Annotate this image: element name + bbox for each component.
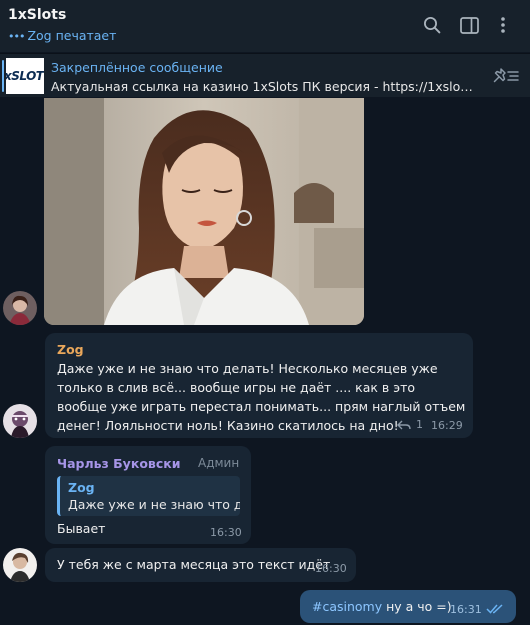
chat-header: 1xSlots ••• Zog печатает: [0, 0, 530, 52]
photo-woman-illustration: [44, 98, 364, 325]
message-time: 16:30: [210, 526, 242, 539]
pinned-text: Актуальная ссылка на казино 1xSlots ПК в…: [51, 79, 476, 94]
message-bubble-zog[interactable]: Zog Даже уже и не знаю что делать! Неско…: [45, 333, 473, 438]
reply-quote[interactable]: Zog Даже уже и не знаю что д...: [57, 476, 240, 516]
reply-counter[interactable]: 1: [397, 418, 423, 431]
pinned-list-icon[interactable]: [492, 65, 520, 87]
typing-dots-icon: •••: [8, 30, 25, 43]
admin-badge: Админ: [198, 456, 240, 470]
avatar[interactable]: [3, 404, 37, 438]
message-text: Бывает: [57, 521, 106, 536]
chat-title[interactable]: 1xSlots: [8, 7, 66, 23]
reply-quote-text: Даже уже и не знаю что д...: [68, 497, 240, 512]
message-author[interactable]: Чарльз Буковски: [57, 456, 180, 471]
pinned-message-bar[interactable]: xSLOT Закреплённое сообщение Актуальная …: [0, 53, 530, 97]
message-time: 16:30: [315, 562, 347, 575]
message-author[interactable]: Zog: [57, 342, 84, 357]
more-icon[interactable]: [492, 14, 514, 36]
message-text: #casinomy ну а чо =): [312, 597, 452, 616]
message-bubble-outgoing[interactable]: #casinomy ну а чо =) 16:31: [300, 590, 516, 623]
message-text-body: ну а чо =): [382, 599, 452, 614]
reply-quote-author: Zog: [68, 480, 95, 495]
message-bubble-text[interactable]: У тебя же с марта месяца это текст идёт …: [45, 548, 356, 582]
pinned-title: Закреплённое сообщение: [51, 60, 223, 75]
pinned-thumbnail-logo: xSLOT: [6, 69, 44, 83]
typing-status-text: Zog печатает: [27, 28, 117, 43]
pinned-accent-bar: [2, 60, 4, 92]
message-bubble-admin[interactable]: Чарльз Буковски Админ Zog Даже уже и не …: [45, 446, 251, 544]
read-checkmarks-icon: [486, 604, 503, 614]
message-text: У тебя же с марта месяца это текст идёт: [57, 557, 331, 572]
pinned-thumbnail: xSLOT: [6, 58, 44, 94]
avatar[interactable]: [3, 548, 37, 582]
message-photo[interactable]: [44, 98, 364, 325]
reply-arrow-icon: [397, 420, 411, 429]
hashtag-link[interactable]: #casinomy: [312, 599, 382, 614]
typing-status: ••• Zog печатает: [8, 28, 116, 43]
message-time: 16:31: [450, 603, 482, 616]
avatar[interactable]: [3, 291, 37, 325]
message-time: 16:29: [431, 419, 463, 432]
search-icon[interactable]: [421, 14, 443, 36]
reply-count: 1: [416, 418, 423, 431]
sidebar-toggle-icon[interactable]: [458, 14, 480, 36]
